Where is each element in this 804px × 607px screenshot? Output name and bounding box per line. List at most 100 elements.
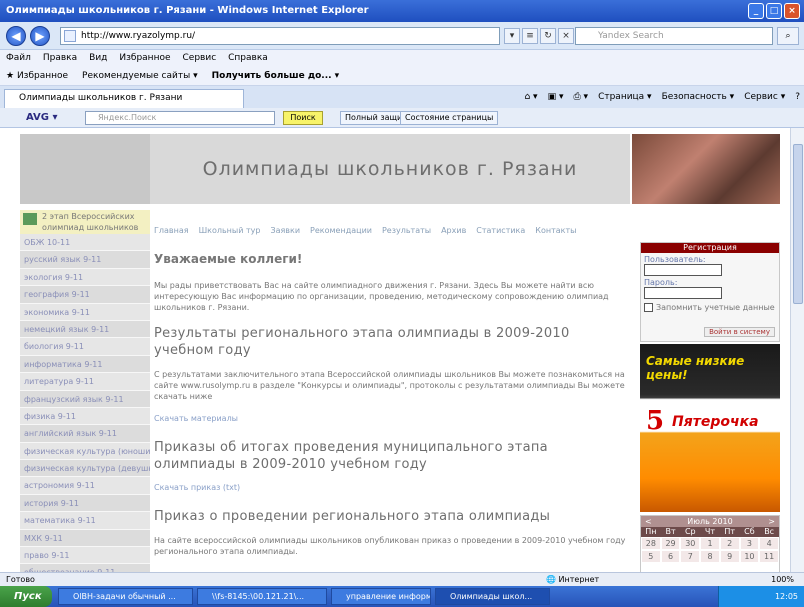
sidebar-item[interactable]: физика 9-11 <box>20 407 150 426</box>
search-input[interactable]: Yandex Search <box>575 27 773 45</box>
calendar-next-button[interactable]: > <box>768 516 775 527</box>
nav-item[interactable]: Статистика <box>476 226 525 240</box>
sidebar-item[interactable]: биология 9-11 <box>20 338 150 356</box>
avg-page-status-button[interactable]: Состояние страницы <box>400 111 499 125</box>
welcome-heading: Уважаемые коллеги! <box>154 252 303 266</box>
taskbar-item-active[interactable]: Олимпиады школ... <box>435 588 550 605</box>
compat-icon[interactable]: ≡ <box>522 28 538 44</box>
download-materials-link[interactable]: Скачать материалы <box>154 414 628 423</box>
menu-help[interactable]: Справка <box>228 50 268 66</box>
feeds-icon[interactable]: ▣ ▾ <box>548 90 564 104</box>
taskbar-item[interactable]: \\fs-8145:\00.121.21\... <box>197 588 327 605</box>
start-button[interactable]: Пуск <box>0 586 52 607</box>
menu-file[interactable]: Файл <box>6 50 31 66</box>
tools-menu[interactable]: Сервис ▾ <box>744 90 785 104</box>
calendar-day[interactable]: 11 <box>760 551 778 562</box>
sidebar-item[interactable]: информатика 9-11 <box>20 355 150 374</box>
calendar-day[interactable]: 7 <box>681 551 700 562</box>
taskbar-item[interactable]: OlBH-задачи обычный ... <box>58 588 193 605</box>
calendar-day[interactable]: 5 <box>642 551 660 562</box>
nav-item[interactable]: Контакты <box>535 226 576 240</box>
favorites-button[interactable]: ★ Избранное <box>6 66 68 85</box>
remember-checkbox[interactable] <box>644 303 653 312</box>
home-icon[interactable]: ⌂ ▾ <box>524 90 537 104</box>
print-icon[interactable]: ⎙ ▾ <box>573 90 588 104</box>
sidebar-item[interactable]: ОБЖ 10-11 <box>20 234 150 252</box>
header-photo <box>632 134 780 204</box>
download-orders-link[interactable]: Скачать приказ (txt) <box>154 483 628 492</box>
sidebar-item[interactable]: МХК 9-11 <box>20 529 150 548</box>
sidebar-item[interactable]: история 9-11 <box>20 494 150 513</box>
sidebar-item[interactable]: право 9-11 <box>20 547 150 565</box>
minimize-button[interactable]: _ <box>748 3 764 19</box>
sidebar-item[interactable]: английский язык 9-11 <box>20 425 150 443</box>
maximize-button[interactable]: □ <box>766 3 782 19</box>
login-button[interactable]: Войти в систему <box>704 327 775 337</box>
help-icon[interactable]: ? <box>795 90 800 104</box>
refresh-icon[interactable]: ↻ <box>540 28 556 44</box>
calendar-day[interactable]: 9 <box>720 551 739 562</box>
nav-item[interactable]: Результаты <box>382 226 431 240</box>
calendar-day[interactable]: 3 <box>740 538 759 549</box>
page-menu[interactable]: Страница ▾ <box>598 90 652 104</box>
safety-menu[interactable]: Безопасность ▾ <box>662 90 735 104</box>
sidebar-item[interactable]: русский язык 9-11 <box>20 251 150 269</box>
calendar-month: Июль 2010 <box>687 517 733 526</box>
sidebar-item[interactable]: астрономия 9-11 <box>20 477 150 495</box>
avg-logo[interactable]: AVG ▾ <box>26 111 58 125</box>
menu-tools[interactable]: Сервис <box>183 50 217 66</box>
tab-current[interactable]: Олимпиады школьников г. Рязани <box>4 89 244 108</box>
taskbar-item[interactable]: управление информ... <box>331 588 431 605</box>
calendar-day[interactable]: 2 <box>720 538 739 549</box>
scrollbar-thumb[interactable] <box>793 144 803 304</box>
menu-view[interactable]: Вид <box>89 50 107 66</box>
sidebar-item[interactable]: экономика 9-11 <box>20 303 150 321</box>
sidebar-item[interactable]: литература 9-11 <box>20 373 150 391</box>
sidebar-item[interactable]: физическая культура (девушки) 9-11 <box>20 460 150 478</box>
promo-banner[interactable]: Самые низкие цены! 5 Пятерочка <box>640 344 780 512</box>
close-button[interactable]: × <box>784 3 800 19</box>
fav-item-more[interactable]: Получить больше до... ▾ <box>212 66 340 85</box>
window-title: Олимпиады школьников г. Рязани - Windows… <box>6 5 369 16</box>
sidebar-item[interactable]: география 9-11 <box>20 286 150 304</box>
calendar-day[interactable]: 6 <box>661 551 680 562</box>
calendar-day[interactable]: 8 <box>701 551 719 562</box>
nav-item[interactable]: Заявки <box>270 226 300 240</box>
nav-item[interactable]: Архив <box>441 226 466 240</box>
calendar-day[interactable]: 4 <box>760 538 778 549</box>
password-field[interactable] <box>644 287 722 299</box>
password-label: Пароль: <box>644 278 678 287</box>
sidebar-item[interactable]: экология 9-11 <box>20 268 150 287</box>
zoom-level[interactable]: 100% <box>771 573 794 586</box>
menu-favorites[interactable]: Избранное <box>119 50 170 66</box>
sidebar: 2 этап Всероссийских олимпиад школьников… <box>20 210 150 572</box>
calendar-day[interactable]: 10 <box>740 551 759 562</box>
sidebar-item[interactable]: немецкий язык 9-11 <box>20 320 150 339</box>
nav-item[interactable]: Рекомендации <box>310 226 372 240</box>
address-bar: ◀ ▶ http://www.ryazolymp.ru/ ▾ ≡ ↻ × Yan… <box>0 22 804 50</box>
url-input[interactable]: http://www.ryazolymp.ru/ <box>60 27 500 45</box>
menu-edit[interactable]: Правка <box>43 50 77 66</box>
calendar-prev-button[interactable]: < <box>645 516 652 527</box>
nav-item[interactable]: Главная <box>154 226 189 240</box>
sidebar-item[interactable]: физическая культура (юноши) 9-11 <box>20 442 150 461</box>
forward-button[interactable]: ▶ <box>30 26 50 46</box>
vertical-scrollbar[interactable] <box>790 128 804 572</box>
calendar-day[interactable]: 28 <box>642 538 660 549</box>
username-field[interactable] <box>644 264 722 276</box>
dropdown-arrow-icon[interactable]: ▾ <box>504 28 520 44</box>
calendar-day[interactable]: 30 <box>681 538 700 549</box>
search-go-button[interactable]: ⌕ <box>777 27 799 45</box>
sidebar-item[interactable]: математика 9-11 <box>20 512 150 530</box>
calendar-day[interactable]: 29 <box>661 538 680 549</box>
fav-item-recommended[interactable]: Рекомендуемые сайты ▾ <box>82 66 198 85</box>
sidebar-banner[interactable]: 2 этап Всероссийских олимпиад школьников <box>20 210 150 234</box>
sidebar-item[interactable]: обществознание 9-11 <box>20 564 150 572</box>
nav-item[interactable]: Школьный тур <box>199 226 261 240</box>
back-button[interactable]: ◀ <box>6 26 26 46</box>
calendar-day[interactable]: 1 <box>701 538 719 549</box>
stop-icon[interactable]: × <box>558 28 574 44</box>
sidebar-item[interactable]: французский язык 9-11 <box>20 390 150 408</box>
avg-find-button[interactable]: Поиск <box>283 111 323 125</box>
avg-search-input[interactable]: Яндекс.Поиск <box>85 111 275 125</box>
